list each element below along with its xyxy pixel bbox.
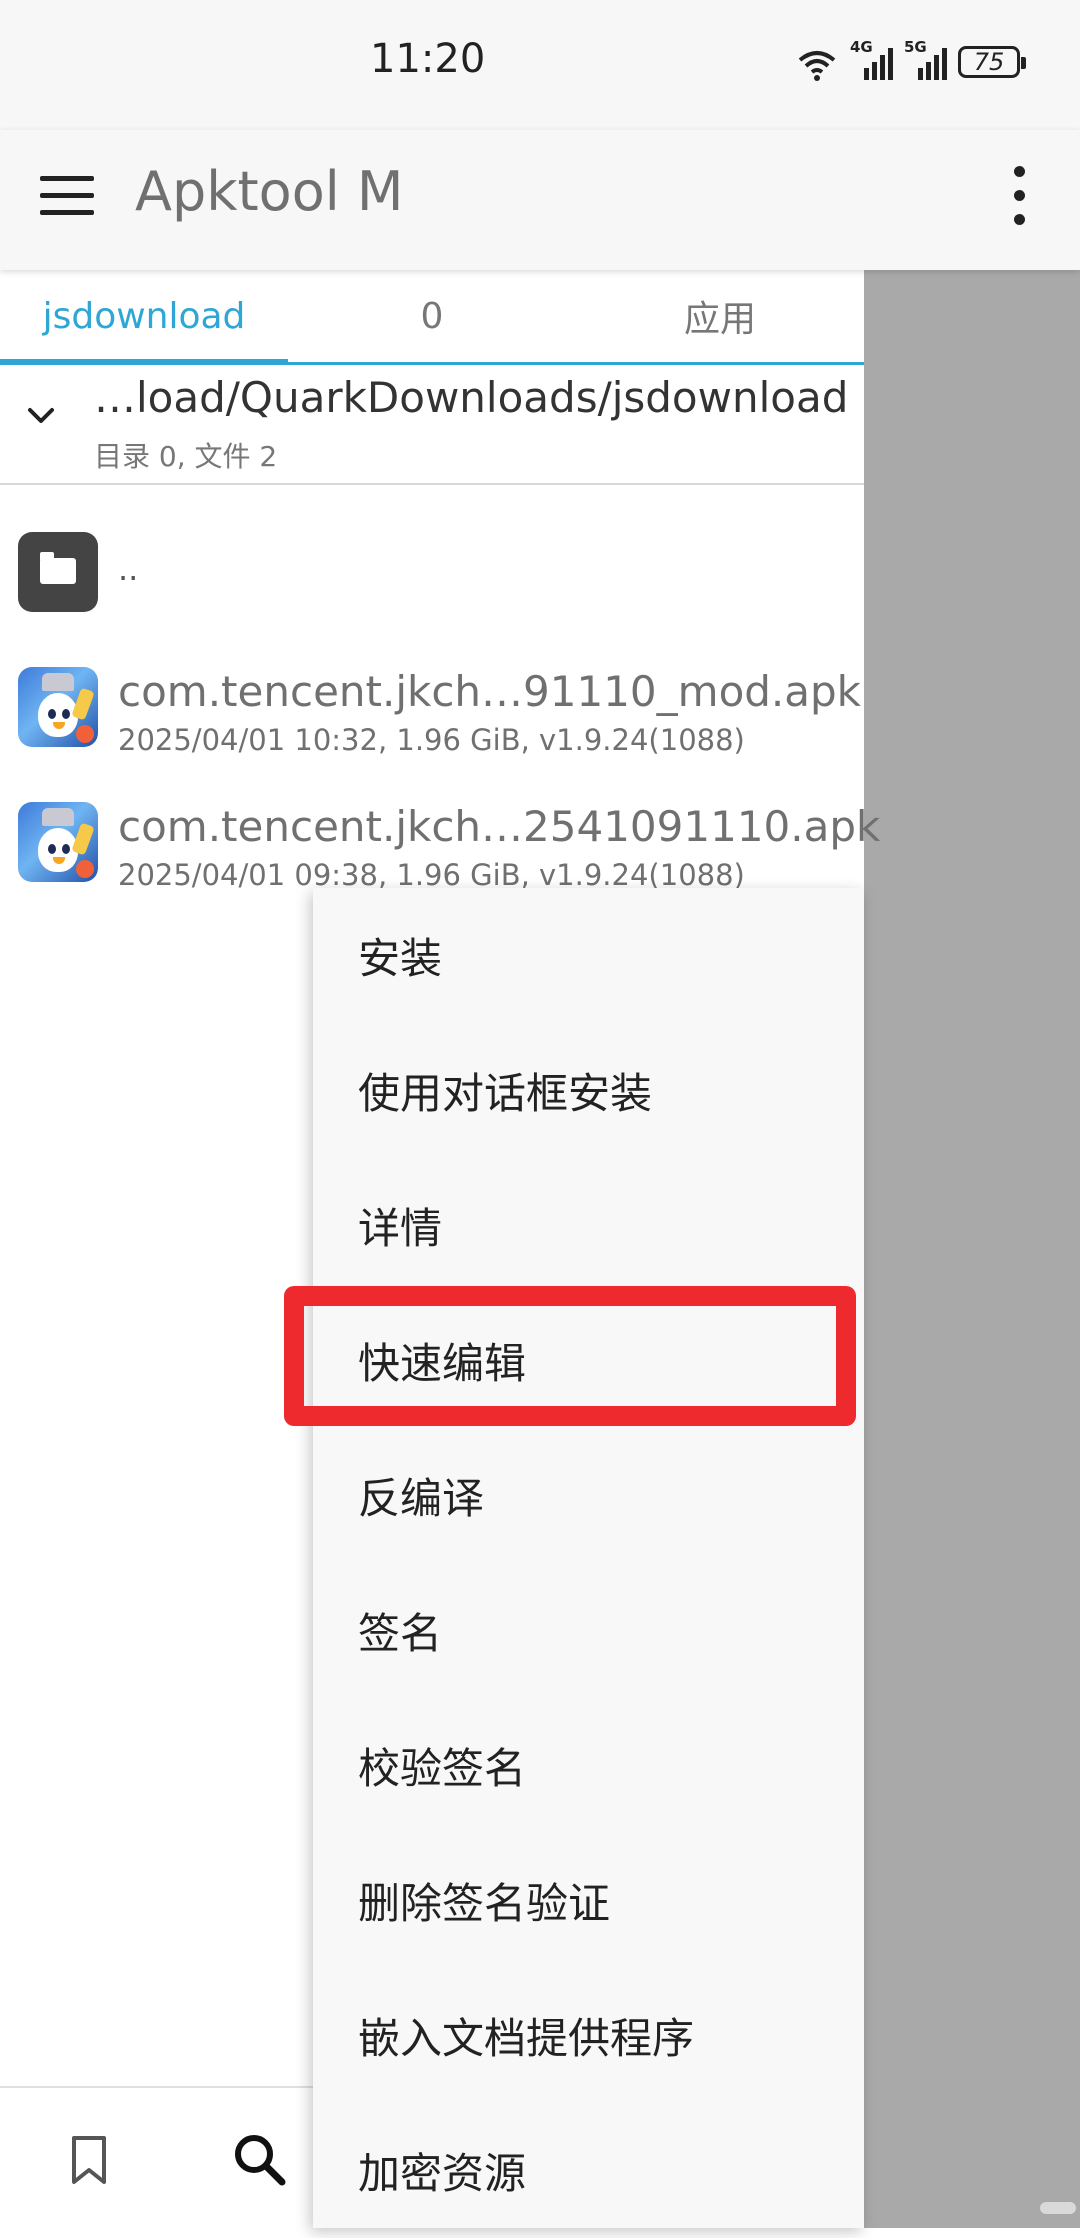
menu-item-decompile[interactable]: 反编译 [313, 1428, 864, 1563]
list-item-name: com.tencent.jkch…2541091110.apk [118, 802, 881, 851]
app-icon [18, 667, 98, 747]
chevron-down-icon[interactable] [24, 399, 58, 433]
list-item-meta: 2025/04/01 09:38, 1.96 GiB, v1.9.24(1088… [118, 858, 745, 892]
path-summary: 目录 0, 文件 2 [94, 440, 278, 473]
folder-icon [18, 532, 98, 612]
drawer-scrim[interactable] [864, 270, 1080, 2228]
tab-0[interactable]: 0 [288, 270, 576, 362]
menu-item-encrypt-resources[interactable]: 加密资源 [313, 2103, 864, 2238]
highlight-box [284, 1286, 856, 1426]
app-icon [18, 802, 98, 882]
menu-item-verify-signature[interactable]: 校验签名 [313, 1698, 864, 1833]
search-icon[interactable] [232, 2132, 288, 2188]
list-item-apk[interactable]: com.tencent.jkch…2541091110.apk 2025/04/… [0, 780, 880, 900]
battery-icon: 75 [958, 46, 1026, 78]
list-item-meta: 2025/04/01 10:32, 1.96 GiB, v1.9.24(1088… [118, 723, 745, 757]
path-bar[interactable]: …load/QuarkDownloads/jsdownload 目录 0, 文件… [0, 365, 864, 485]
menu-item-install[interactable]: 安装 [313, 888, 864, 1023]
menu-item-embed-document-provider[interactable]: 嵌入文档提供程序 [313, 1968, 864, 2103]
menu-item-details[interactable]: 详情 [313, 1158, 864, 1293]
cell-signal-5g-icon: 5G [904, 38, 948, 82]
app-bar: Apktool M [0, 130, 1080, 270]
home-indicator [1040, 2202, 1076, 2214]
menu-item-remove-signature-verification[interactable]: 删除签名验证 [313, 1833, 864, 1968]
hamburger-icon[interactable] [40, 176, 94, 216]
cell-signal-4g-icon: 4G [850, 38, 894, 82]
list-item-name: com.tencent.jkch…91110_mod.apk [118, 667, 861, 716]
bookmark-icon[interactable] [70, 2134, 108, 2186]
tab-apps[interactable]: 应用 [576, 270, 864, 362]
list-item-apk[interactable]: com.tencent.jkch…91110_mod.apk 2025/04/0… [0, 645, 864, 765]
menu-item-install-with-dialog[interactable]: 使用对话框安装 [313, 1023, 864, 1158]
tab-jsdownload[interactable]: jsdownload [0, 270, 288, 362]
wifi-icon [798, 51, 836, 81]
more-vert-icon[interactable] [1010, 166, 1030, 226]
app-title: Apktool M [135, 160, 404, 223]
list-item-parent-folder[interactable]: .. [0, 510, 864, 630]
list-item-name: .. [118, 550, 139, 588]
status-icons: 4G 5G 75 [794, 38, 1026, 84]
menu-item-sign[interactable]: 签名 [313, 1563, 864, 1698]
status-time: 11:20 [370, 36, 486, 82]
status-bar: 11:20 4G 5G 75 [0, 0, 1080, 130]
current-path: …load/QuarkDownloads/jsdownload [94, 373, 849, 422]
context-menu: 安装 使用对话框安装 详情 快速编辑 反编译 签名 校验签名 删除签名验证 嵌入… [313, 888, 864, 2228]
tab-bar: jsdownload 0 应用 [0, 270, 864, 365]
